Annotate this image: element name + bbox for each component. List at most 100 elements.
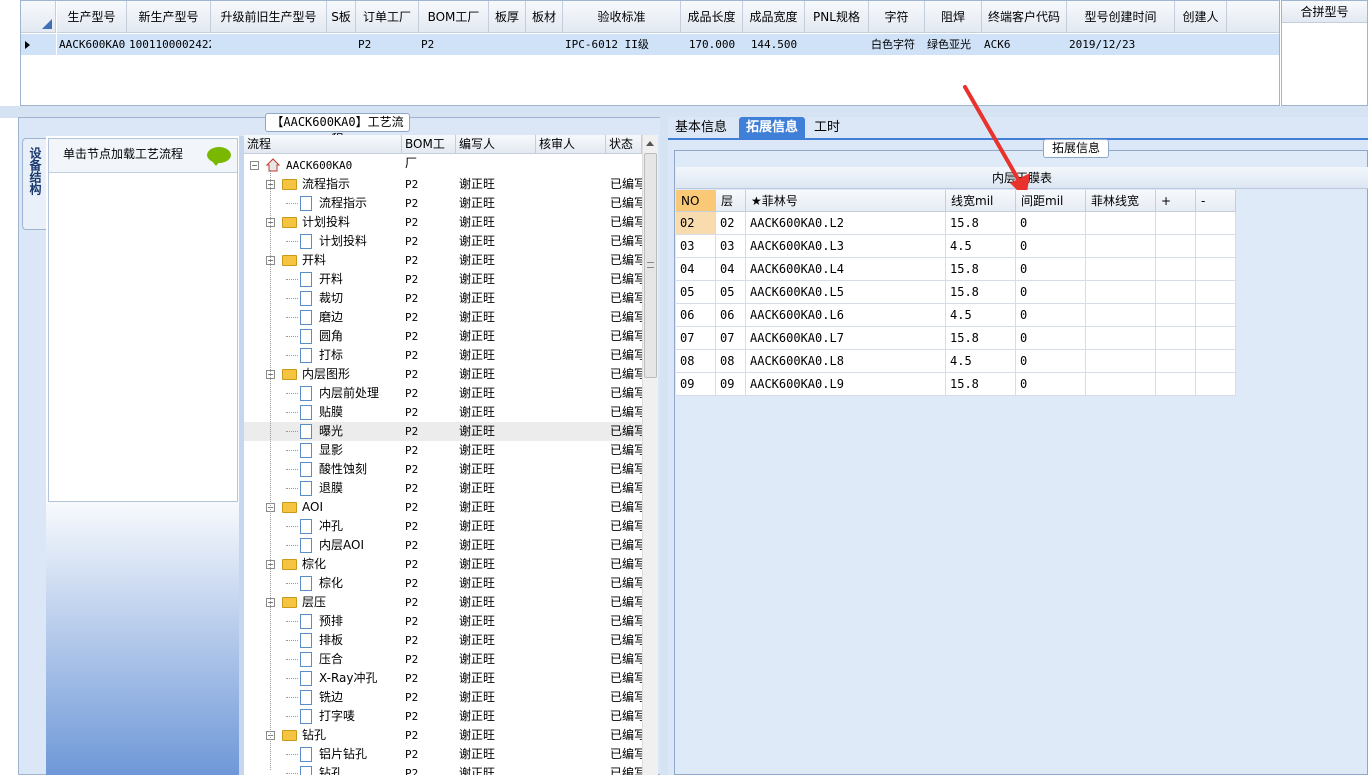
- grid-cell[interactable]: 15.8: [946, 258, 1016, 281]
- grid-cell[interactable]: [1156, 258, 1196, 281]
- grid-col-header[interactable]: 菲林线宽: [1086, 190, 1156, 212]
- grid-col-header[interactable]: 间距mil: [1016, 190, 1086, 212]
- top-cell[interactable]: [805, 34, 869, 55]
- tree-row[interactable]: − 钻孔 P2 谢正旺 已编写: [244, 726, 642, 745]
- tree-row[interactable]: 显影 P2 谢正旺 已编写: [244, 441, 642, 460]
- grid-cell[interactable]: AACK600KA0.L2: [746, 212, 946, 235]
- grid-cell[interactable]: 0: [1016, 327, 1086, 350]
- grid-cell[interactable]: 15.8: [946, 373, 1016, 396]
- tree-col-header[interactable]: 流程: [244, 135, 402, 154]
- tree-row[interactable]: 计划投料 P2 谢正旺 已编写: [244, 232, 642, 251]
- product-grid[interactable]: 生产型号AACK600KA0新生产型号10011000024222升级前旧生产型…: [20, 0, 1280, 106]
- top-cell[interactable]: P2: [356, 34, 419, 55]
- row-pointer[interactable]: [21, 34, 56, 55]
- grid-cell[interactable]: 09: [676, 373, 716, 396]
- grid-cell[interactable]: 4.5: [946, 304, 1016, 327]
- grid-cell[interactable]: [1196, 304, 1236, 327]
- grid-cell[interactable]: AACK600KA0.L7: [746, 327, 946, 350]
- grid-cell[interactable]: 0: [1016, 373, 1086, 396]
- tree-row[interactable]: 排板 P2 谢正旺 已编写: [244, 631, 642, 650]
- tree-row[interactable]: 打字唛 P2 谢正旺 已编写: [244, 707, 642, 726]
- top-cell[interactable]: [526, 34, 563, 55]
- grid-cell[interactable]: AACK600KA0.L8: [746, 350, 946, 373]
- grid-cell[interactable]: [1196, 235, 1236, 258]
- tree-row[interactable]: 磨边 P2 谢正旺 已编写: [244, 308, 642, 327]
- grid-cell[interactable]: 0: [1016, 304, 1086, 327]
- grid-cell[interactable]: 08: [676, 350, 716, 373]
- grid-cell[interactable]: 03: [676, 235, 716, 258]
- grid-cell[interactable]: [1156, 350, 1196, 373]
- top-col-header[interactable]: 成品宽度: [743, 1, 805, 33]
- tree-scrollbar-thumb[interactable]: [644, 153, 657, 378]
- scroll-up-icon[interactable]: [646, 141, 654, 146]
- tree-row[interactable]: 铝片钻孔 P2 谢正旺 已编写: [244, 745, 642, 764]
- collapse-icon[interactable]: −: [250, 161, 259, 170]
- tree-row[interactable]: 压合 P2 谢正旺 已编写: [244, 650, 642, 669]
- tab-extended-info[interactable]: 拓展信息: [739, 117, 805, 138]
- grid-cell[interactable]: [1086, 212, 1156, 235]
- top-col-header[interactable]: 成品长度: [681, 1, 743, 33]
- tree-row[interactable]: 内层AOI P2 谢正旺 已编写: [244, 536, 642, 555]
- grid-cell[interactable]: 15.8: [946, 212, 1016, 235]
- grid-col-header[interactable]: 层: [716, 190, 746, 212]
- grid-cell[interactable]: [1196, 281, 1236, 304]
- grid-cell[interactable]: 02: [676, 212, 716, 235]
- grid-cell[interactable]: 0: [1016, 258, 1086, 281]
- grid-col-header[interactable]: 线宽mil: [946, 190, 1016, 212]
- tree-row[interactable]: 钻孔 P2 谢正旺 已编写: [244, 764, 642, 775]
- top-cell[interactable]: AACK600KA0: [57, 34, 127, 55]
- tree-row[interactable]: − 计划投料 P2 谢正旺 已编写: [244, 213, 642, 232]
- tree-row[interactable]: − AOI P2 谢正旺 已编写: [244, 498, 642, 517]
- grid-cell[interactable]: [1086, 281, 1156, 304]
- tree-col-header[interactable]: 核审人: [536, 135, 606, 154]
- top-col-header[interactable]: 生产型号: [57, 1, 127, 33]
- grid-cell[interactable]: [1156, 373, 1196, 396]
- tree-row[interactable]: X-Ray冲孔 P2 谢正旺 已编写: [244, 669, 642, 688]
- grid-cell[interactable]: 06: [716, 304, 746, 327]
- tree-row[interactable]: 内层前处理 P2 谢正旺 已编写: [244, 384, 642, 403]
- tree-row[interactable]: 贴膜 P2 谢正旺 已编写: [244, 403, 642, 422]
- grid-cell[interactable]: 02: [716, 212, 746, 235]
- top-cell[interactable]: P2: [419, 34, 489, 55]
- grid-cell[interactable]: [1196, 373, 1236, 396]
- grid-cell[interactable]: AACK600KA0.L4: [746, 258, 946, 281]
- grid-cell[interactable]: AACK600KA0.L5: [746, 281, 946, 304]
- top-cell[interactable]: 10011000024222: [127, 34, 211, 55]
- grid-cell[interactable]: [1086, 235, 1156, 258]
- grid-cell[interactable]: [1196, 212, 1236, 235]
- tree-row[interactable]: 棕化 P2 谢正旺 已编写: [244, 574, 642, 593]
- grid-cell[interactable]: 4.5: [946, 235, 1016, 258]
- tree-row[interactable]: 酸性蚀刻 P2 谢正旺 已编写: [244, 460, 642, 479]
- top-col-header[interactable]: 新生产型号: [127, 1, 211, 33]
- top-cell[interactable]: [327, 34, 356, 55]
- top-col-header[interactable]: 阻焊: [925, 1, 982, 33]
- grid-cell[interactable]: 08: [716, 350, 746, 373]
- grid-cell[interactable]: 07: [676, 327, 716, 350]
- top-cell[interactable]: ACK6: [982, 34, 1067, 55]
- tree-row[interactable]: 流程指示 P2 谢正旺 已编写: [244, 194, 642, 213]
- top-col-header[interactable]: 板厚: [489, 1, 526, 33]
- top-col-header[interactable]: 创建人: [1175, 1, 1227, 33]
- top-cell[interactable]: 2019/12/23: [1067, 34, 1175, 55]
- tree-col-header[interactable]: 状态: [606, 135, 642, 154]
- grid-cell[interactable]: 0: [1016, 281, 1086, 304]
- grid-cell[interactable]: 0: [1016, 235, 1086, 258]
- grid-cell[interactable]: [1196, 327, 1236, 350]
- tree-row[interactable]: 裁切 P2 谢正旺 已编写: [244, 289, 642, 308]
- tab-work-hours[interactable]: 工时: [811, 117, 843, 138]
- tree-row[interactable]: − 开料 P2 谢正旺 已编写: [244, 251, 642, 270]
- grid-col-header[interactable]: ★菲林号: [746, 190, 946, 212]
- tree-row[interactable]: 冲孔 P2 谢正旺 已编写: [244, 517, 642, 536]
- top-cell[interactable]: [489, 34, 526, 55]
- grid-cell[interactable]: 05: [716, 281, 746, 304]
- top-cell[interactable]: 白色字符: [869, 34, 925, 55]
- top-col-header[interactable]: 验收标准: [563, 1, 681, 33]
- top-cell[interactable]: [1175, 34, 1227, 55]
- grid-cell[interactable]: 04: [676, 258, 716, 281]
- grid-cell[interactable]: [1196, 258, 1236, 281]
- grid-cell[interactable]: 06: [676, 304, 716, 327]
- top-cell[interactable]: 144.500: [743, 34, 805, 55]
- grid-cell[interactable]: 4.5: [946, 350, 1016, 373]
- tree-row[interactable]: − 层压 P2 谢正旺 已编写: [244, 593, 642, 612]
- grid-cell[interactable]: [1196, 350, 1236, 373]
